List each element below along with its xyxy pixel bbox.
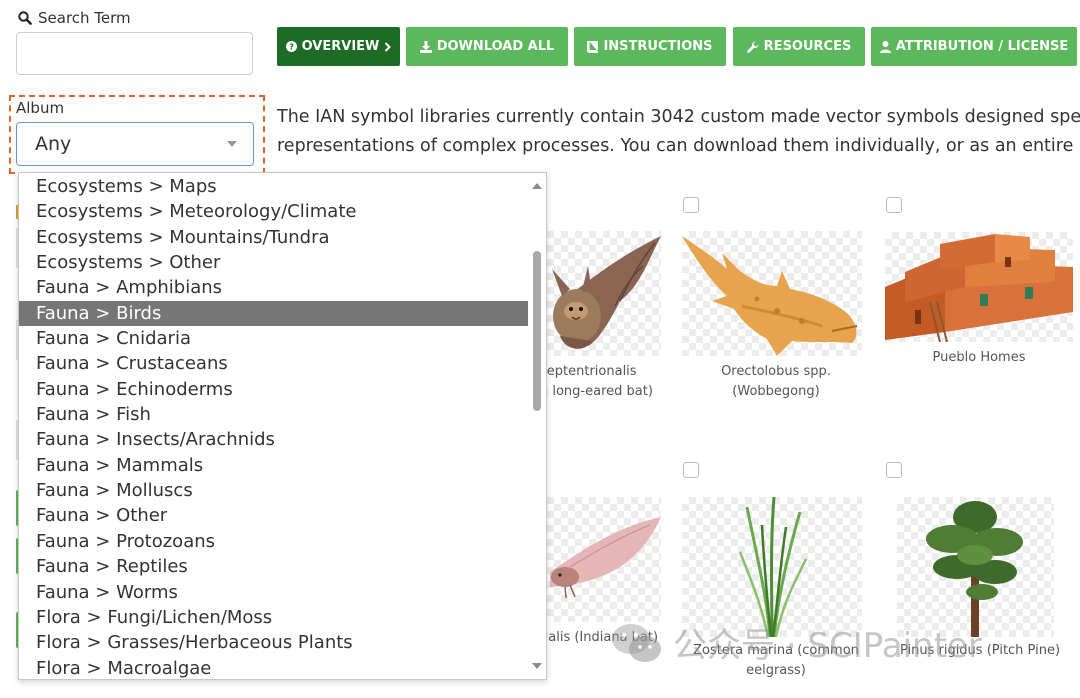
attribution-license-button[interactable]: ATTRIBUTION / LICENSE bbox=[871, 27, 1077, 66]
album-label: Album bbox=[16, 99, 65, 117]
album-selected-value: Any bbox=[35, 133, 72, 155]
album-option[interactable]: Ecosystems > Maps bbox=[19, 174, 529, 199]
pueblo-homes-illustration bbox=[885, 234, 1073, 343]
symbol-thumbnail-pitch-pine[interactable] bbox=[897, 497, 1054, 637]
bat-illustration bbox=[552, 236, 661, 349]
scroll-down-arrow-icon[interactable] bbox=[532, 663, 542, 669]
select-checkbox[interactable] bbox=[683, 462, 699, 478]
album-option[interactable]: Ecosystems > Meteorology/Climate bbox=[19, 199, 529, 224]
watermark-text: 公众号 · SCIPainter bbox=[673, 626, 982, 666]
download-icon bbox=[419, 40, 432, 53]
album-option[interactable]: Flora > Grasses/Herbaceous Plants bbox=[19, 630, 529, 655]
album-option[interactable]: Flora > Macroalgae bbox=[19, 656, 529, 679]
instructions-label: INSTRUCTIONS bbox=[603, 39, 713, 54]
download-all-button[interactable]: DOWNLOAD ALL bbox=[406, 27, 568, 66]
album-options: Ecosystems > Maps Ecosystems > Meteorolog… bbox=[19, 174, 529, 679]
album-option[interactable]: Fauna > Birds bbox=[19, 300, 529, 327]
search-term-label: Search Term bbox=[18, 9, 131, 27]
question-circle-icon: ? bbox=[285, 41, 297, 52]
album-option[interactable]: Ecosystems > Other bbox=[19, 250, 529, 275]
user-icon bbox=[879, 40, 891, 53]
select-checkbox[interactable] bbox=[683, 197, 699, 213]
caption-line: Orectolobus spp. bbox=[721, 364, 831, 379]
album-option[interactable]: Fauna > Amphibians bbox=[19, 275, 529, 300]
symbol-thumbnail-indiana-bat[interactable] bbox=[540, 497, 661, 622]
overview-label: OVERVIEW bbox=[301, 39, 380, 54]
album-select[interactable]: Any bbox=[16, 122, 254, 166]
instructions-button[interactable]: INSTRUCTIONS bbox=[574, 27, 726, 66]
album-option[interactable]: Fauna > Insects/Arachnids bbox=[19, 427, 529, 452]
scrollbar-thumb[interactable] bbox=[533, 251, 541, 411]
search-icon bbox=[18, 11, 32, 25]
pitch-pine-illustration bbox=[926, 501, 1023, 637]
intro-line-2: representations of complex processes. Yo… bbox=[277, 136, 1080, 156]
wobbegong-illustration bbox=[682, 236, 858, 356]
caption-line: n long-eared bat) bbox=[540, 384, 653, 399]
intro-line-1: The IAN symbol libraries currently conta… bbox=[277, 107, 1080, 127]
resources-button[interactable]: RESOURCES bbox=[733, 27, 865, 66]
album-option[interactable]: Fauna > Other bbox=[19, 503, 529, 528]
download-all-label: DOWNLOAD ALL bbox=[436, 39, 555, 54]
search-term-label-text: Search Term bbox=[38, 9, 131, 27]
scroll-up-arrow-icon[interactable] bbox=[532, 183, 542, 189]
select-checkbox[interactable] bbox=[886, 197, 902, 213]
indiana-bat-illustration bbox=[550, 517, 661, 599]
chevron-right-icon bbox=[385, 41, 392, 52]
resources-label: RESOURCES bbox=[763, 39, 852, 54]
svg-text:?: ? bbox=[289, 42, 294, 52]
symbol-thumbnail-pueblo-homes[interactable] bbox=[885, 232, 1073, 343]
album-option[interactable]: Flora > Fungi/Lichen/Moss bbox=[19, 605, 529, 630]
album-option[interactable]: Fauna > Crustaceans bbox=[19, 351, 529, 376]
symbol-caption: septentrionalis n long-eared bat) bbox=[540, 362, 670, 402]
book-icon bbox=[587, 40, 599, 53]
album-option[interactable]: Fauna > Cnidaria bbox=[19, 326, 529, 351]
caption-line: Pueblo Homes bbox=[932, 350, 1026, 365]
select-checkbox[interactable] bbox=[886, 462, 902, 478]
symbol-thumbnail-eelgrass[interactable] bbox=[682, 496, 862, 638]
attribution-license-label: ATTRIBUTION / LICENSE bbox=[895, 39, 1069, 54]
caption-line: septentrionalis bbox=[540, 364, 637, 379]
eelgrass-illustration bbox=[738, 496, 808, 638]
symbol-caption: Orectolobus spp. (Wobbegong) bbox=[690, 362, 862, 402]
album-option[interactable]: Fauna > Molluscs bbox=[19, 478, 529, 503]
intro-paragraph: The IAN symbol libraries currently conta… bbox=[277, 103, 1080, 161]
wechat-icon bbox=[612, 623, 661, 662]
album-dropdown-list[interactable]: Ecosystems > Maps Ecosystems > Meteorolog… bbox=[18, 172, 547, 680]
symbol-caption: Pueblo Homes bbox=[885, 348, 1073, 368]
symbol-thumbnail-wobbegong[interactable] bbox=[682, 231, 862, 356]
album-option[interactable]: Fauna > Fish bbox=[19, 402, 529, 427]
overview-button[interactable]: ? OVERVIEW bbox=[277, 27, 400, 66]
album-option[interactable]: Ecosystems > Mountains/Tundra bbox=[19, 225, 529, 250]
chevron-down-icon bbox=[227, 141, 237, 147]
album-option[interactable]: Fauna > Mammals bbox=[19, 453, 529, 478]
watermark: 公众号 · SCIPainter bbox=[611, 618, 982, 667]
album-option[interactable]: Fauna > Protozoans bbox=[19, 529, 529, 554]
caption-line: (Wobbegong) bbox=[732, 384, 820, 399]
wrench-icon bbox=[746, 40, 759, 53]
album-option[interactable]: Fauna > Worms bbox=[19, 580, 529, 605]
album-option[interactable]: Fauna > Echinoderms bbox=[19, 377, 529, 402]
dropdown-scrollbar[interactable] bbox=[528, 173, 546, 679]
symbol-thumbnail-bat[interactable] bbox=[540, 231, 661, 356]
album-option[interactable]: Fauna > Reptiles bbox=[19, 554, 529, 579]
search-input[interactable] bbox=[16, 32, 253, 75]
